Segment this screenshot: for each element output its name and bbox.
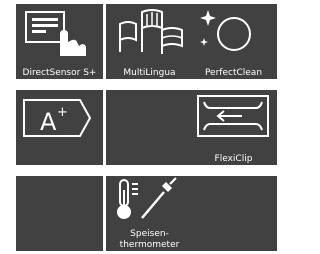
tile-food-probe: Speisen- thermometer: [106, 176, 193, 251]
tile-label-line-2: thermometer: [119, 240, 180, 250]
tile-empty: [16, 176, 103, 251]
tile-multilingua: MultiLingua: [106, 4, 193, 79]
flexiclip-rail-icon: [197, 95, 269, 137]
tile-label: Speisen- thermometer: [106, 229, 193, 251]
tile-direct-sensor: DirectSensor S+: [16, 4, 103, 79]
tile-empty: [190, 176, 277, 251]
tile-label: FlexiClip: [214, 154, 253, 164]
tile-perfectclean: PerfectClean: [190, 4, 277, 79]
tile-flexiclip: FlexiClip: [190, 90, 277, 165]
tile-label: DirectSensor S+: [22, 68, 97, 78]
tile-label: MultiLingua: [123, 68, 176, 78]
touch-screen-hand-icon: [25, 11, 86, 56]
flags-icon: [119, 9, 183, 54]
svg-text:A: A: [40, 108, 57, 136]
tile-label-line-1: Speisen-: [130, 229, 169, 239]
tile-empty: [106, 90, 193, 165]
energy-label-a-plus-icon: A +: [23, 99, 92, 137]
tile-energy-label: A +: [16, 90, 103, 165]
feature-icon-grid: DirectSensor S+ MultiLingua PerfectClean…: [0, 0, 278, 254]
tile-label: PerfectClean: [204, 68, 263, 78]
food-probe-thermometer-icon: [117, 177, 177, 219]
svg-text:+: +: [57, 105, 68, 120]
sparkle-circle-icon: [200, 10, 251, 51]
